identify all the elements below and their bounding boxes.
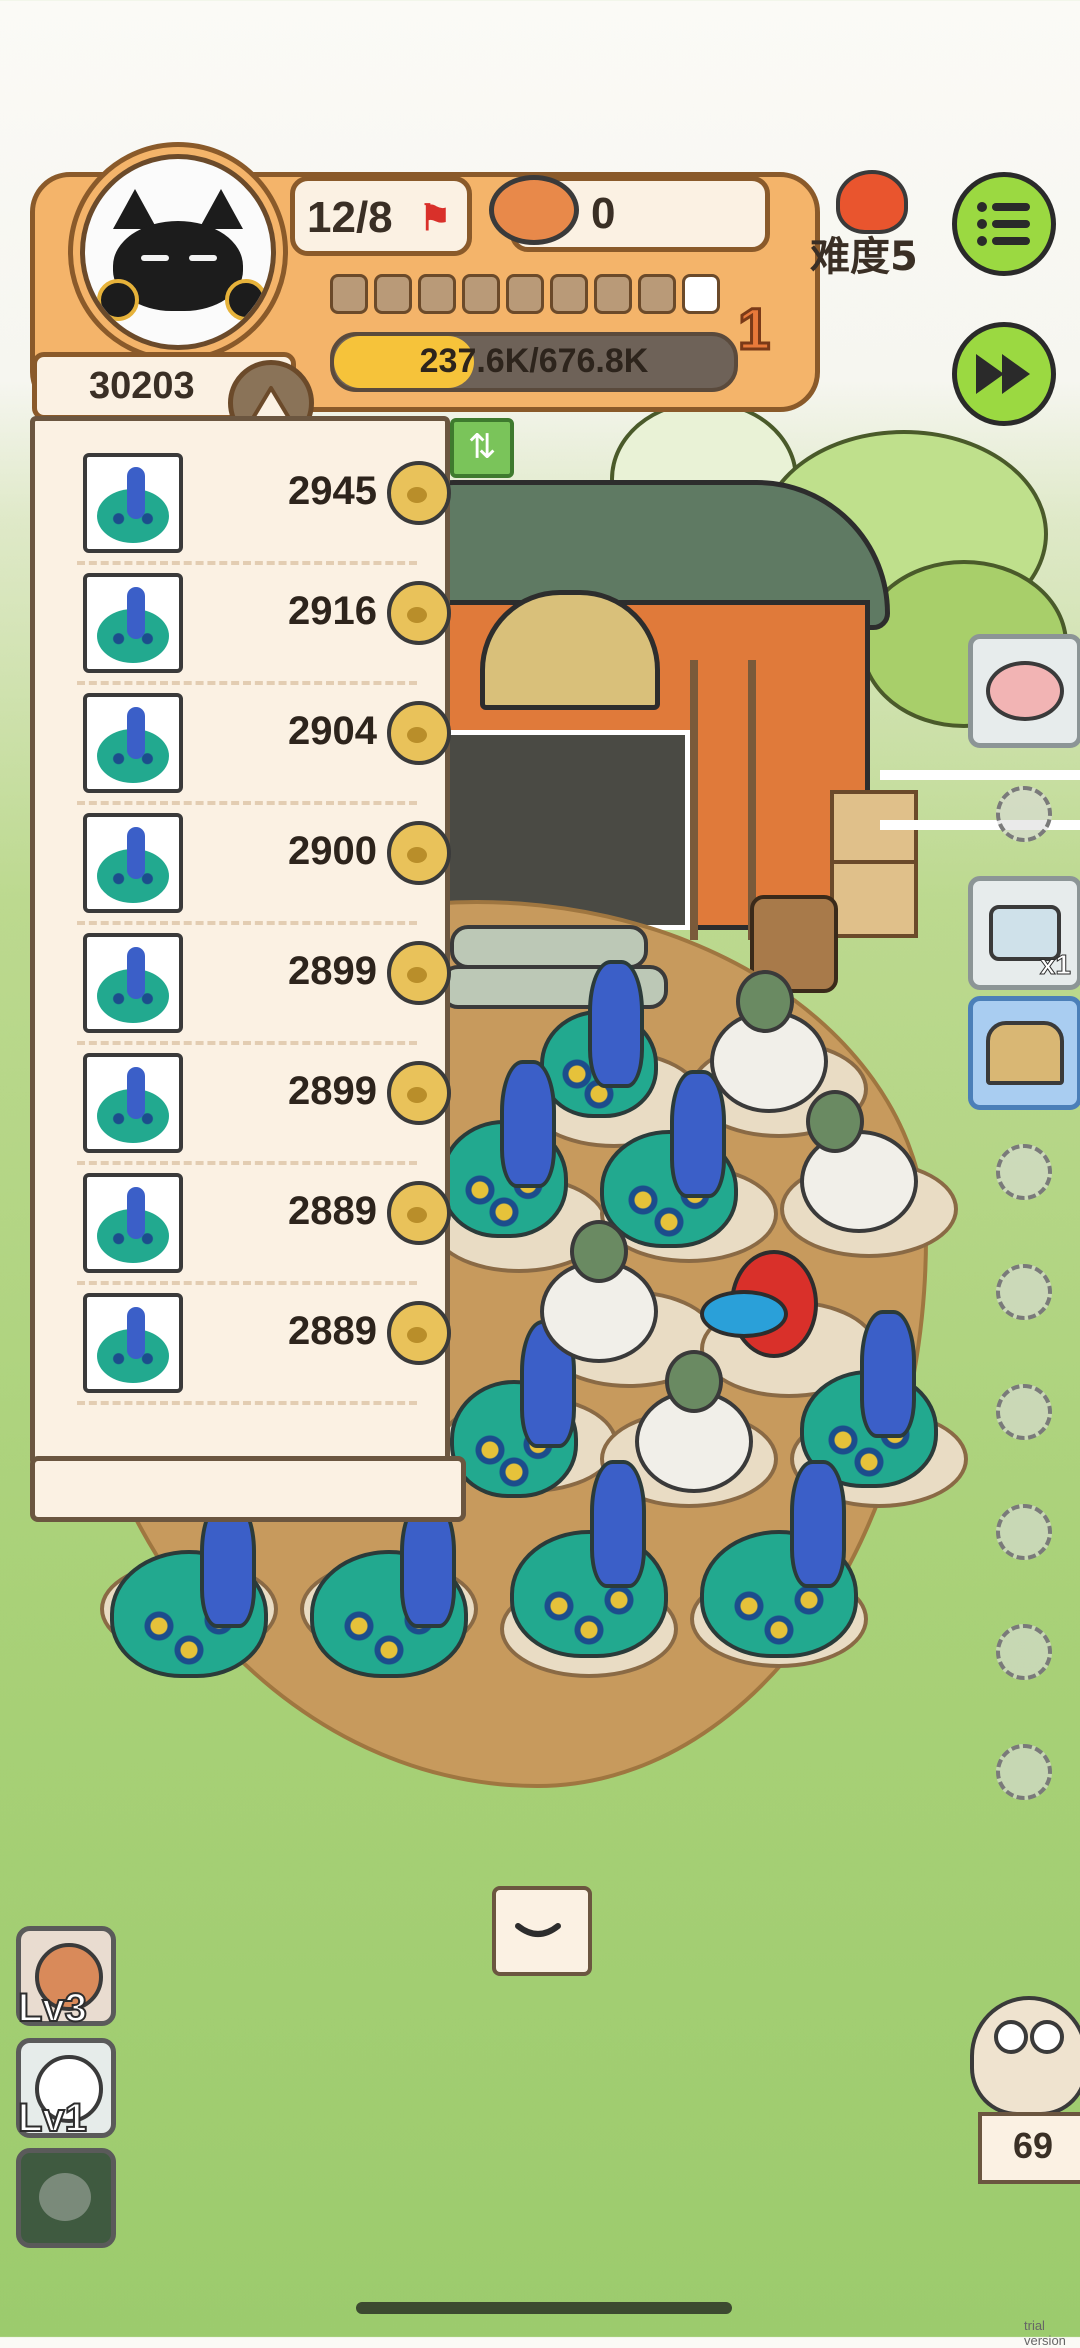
empty-slot	[996, 1384, 1052, 1440]
fast-forward-button[interactable]	[952, 322, 1056, 426]
smile-arc-icon	[515, 1923, 561, 1937]
level-segment	[330, 274, 368, 314]
xp-progress-text: 237.6K/676.8K	[419, 342, 649, 380]
hut-icon	[986, 1021, 1064, 1085]
skill-mouse[interactable]	[16, 2148, 116, 2248]
xp-progress-bar: 237.6K/676.8K	[330, 332, 738, 392]
skill-bird-level: Lv3	[17, 1985, 88, 2031]
peacock-icon	[83, 1293, 183, 1393]
paw-coin-icon	[387, 461, 451, 525]
peacock[interactable]	[110, 1500, 270, 1680]
paw-coin-icon	[387, 701, 451, 765]
peacock[interactable]	[440, 1060, 580, 1240]
peacock-icon	[83, 933, 183, 1033]
piggy-bank-button[interactable]	[968, 634, 1080, 748]
ranking-row[interactable]: 2945	[57, 443, 451, 565]
peacock-icon	[83, 1053, 183, 1153]
level-segment	[506, 274, 544, 314]
owl-count: 69	[978, 2112, 1080, 2184]
owl-icon	[970, 1996, 1080, 2116]
ranking-row[interactable]: 2900	[57, 803, 451, 925]
level-segment	[550, 274, 588, 314]
sort-button[interactable]: ⇅	[450, 418, 514, 478]
shelter-button[interactable]	[968, 996, 1080, 1110]
ranking-row[interactable]: 2916	[57, 563, 451, 685]
ranking-score: 2899	[288, 1069, 377, 1113]
ranking-score: 2945	[288, 469, 377, 513]
level-badge: 1	[736, 296, 771, 364]
sort-icon: ⇅	[467, 427, 497, 467]
paw-coin-icon	[387, 821, 451, 885]
peacock[interactable]	[700, 1460, 860, 1660]
population-counter[interactable]: 12/8 ⚑	[290, 176, 472, 256]
ranking-row[interactable]: 2889	[57, 1163, 451, 1285]
level-segment	[638, 274, 676, 314]
flag-icon: ⚑	[419, 197, 452, 238]
pig-icon	[986, 661, 1064, 721]
peacock-icon	[83, 693, 183, 793]
difficulty-label: 难度5	[810, 234, 918, 280]
peacock-icon	[83, 1173, 183, 1273]
duck[interactable]	[530, 1220, 660, 1363]
level-segment	[462, 274, 500, 314]
peacock-icon	[83, 453, 183, 553]
ranking-score: 2889	[288, 1309, 377, 1353]
black-cat-avatar[interactable]	[80, 154, 276, 350]
ranking-row[interactable]: 2904	[57, 683, 451, 805]
peacock[interactable]	[510, 1460, 670, 1660]
home-indicator[interactable]	[356, 2302, 732, 2314]
level-segment	[594, 274, 632, 314]
ranking-row[interactable]: 2889	[57, 1283, 451, 1405]
empty-slot	[996, 1144, 1052, 1200]
mouse-icon	[39, 2173, 91, 2221]
empty-slot	[996, 1264, 1052, 1320]
level-segments	[330, 274, 720, 318]
menu-button[interactable]	[952, 172, 1056, 276]
ranking-row[interactable]: 2899	[57, 923, 451, 1045]
level-segment	[682, 274, 720, 314]
peacock-icon	[83, 813, 183, 913]
paw-coin-icon	[387, 1301, 451, 1365]
owl-character[interactable]	[966, 1996, 1080, 2116]
ranking-score: 2899	[288, 949, 377, 993]
total-score: 30203	[89, 364, 195, 407]
paw-coin-icon	[387, 941, 451, 1005]
camera-multiplier: x1	[1039, 949, 1071, 981]
trial-watermark: trial version	[1024, 2318, 1066, 2348]
fast-forward-icon	[976, 354, 1030, 394]
duck[interactable]	[700, 970, 830, 1113]
food-bowl-icon	[489, 175, 579, 245]
ranking-score: 2916	[288, 589, 377, 633]
list-menu-icon	[977, 202, 1030, 246]
panel-scroll-footer	[30, 1456, 466, 1522]
empty-slot	[996, 1504, 1052, 1560]
drawer-toggle-button[interactable]	[492, 1886, 592, 1976]
skill-ghost-cat-level: Lv1	[17, 2095, 88, 2141]
difficulty-indicator[interactable]: 难度5	[810, 170, 940, 280]
level-segment	[374, 274, 412, 314]
ranking-row[interactable]: 2899	[57, 1043, 451, 1165]
barn	[420, 480, 890, 940]
empty-slot	[996, 786, 1052, 842]
camera-button[interactable]: x1	[968, 876, 1080, 990]
peacock-icon	[83, 573, 183, 673]
empty-slot	[996, 1624, 1052, 1680]
ranking-score: 2904	[288, 709, 377, 753]
parrot[interactable]	[700, 1230, 830, 1370]
paw-coin-icon	[387, 581, 451, 645]
ranking-score: 2900	[288, 829, 377, 873]
food-counter[interactable]: 0	[489, 175, 770, 252]
population-value: 12/8	[307, 193, 393, 242]
paw-coin-icon	[387, 1061, 451, 1125]
food-count: 0	[591, 189, 616, 238]
peacock[interactable]	[310, 1500, 470, 1680]
duck[interactable]	[790, 1090, 920, 1233]
ranking-score: 2889	[288, 1189, 377, 1233]
paw-coin-icon	[387, 1181, 451, 1245]
level-segment	[418, 274, 456, 314]
empty-slot	[996, 1744, 1052, 1800]
ranking-panel[interactable]: 2945 2916 2904 2900 2899 2899 2889 2889	[30, 416, 451, 1466]
